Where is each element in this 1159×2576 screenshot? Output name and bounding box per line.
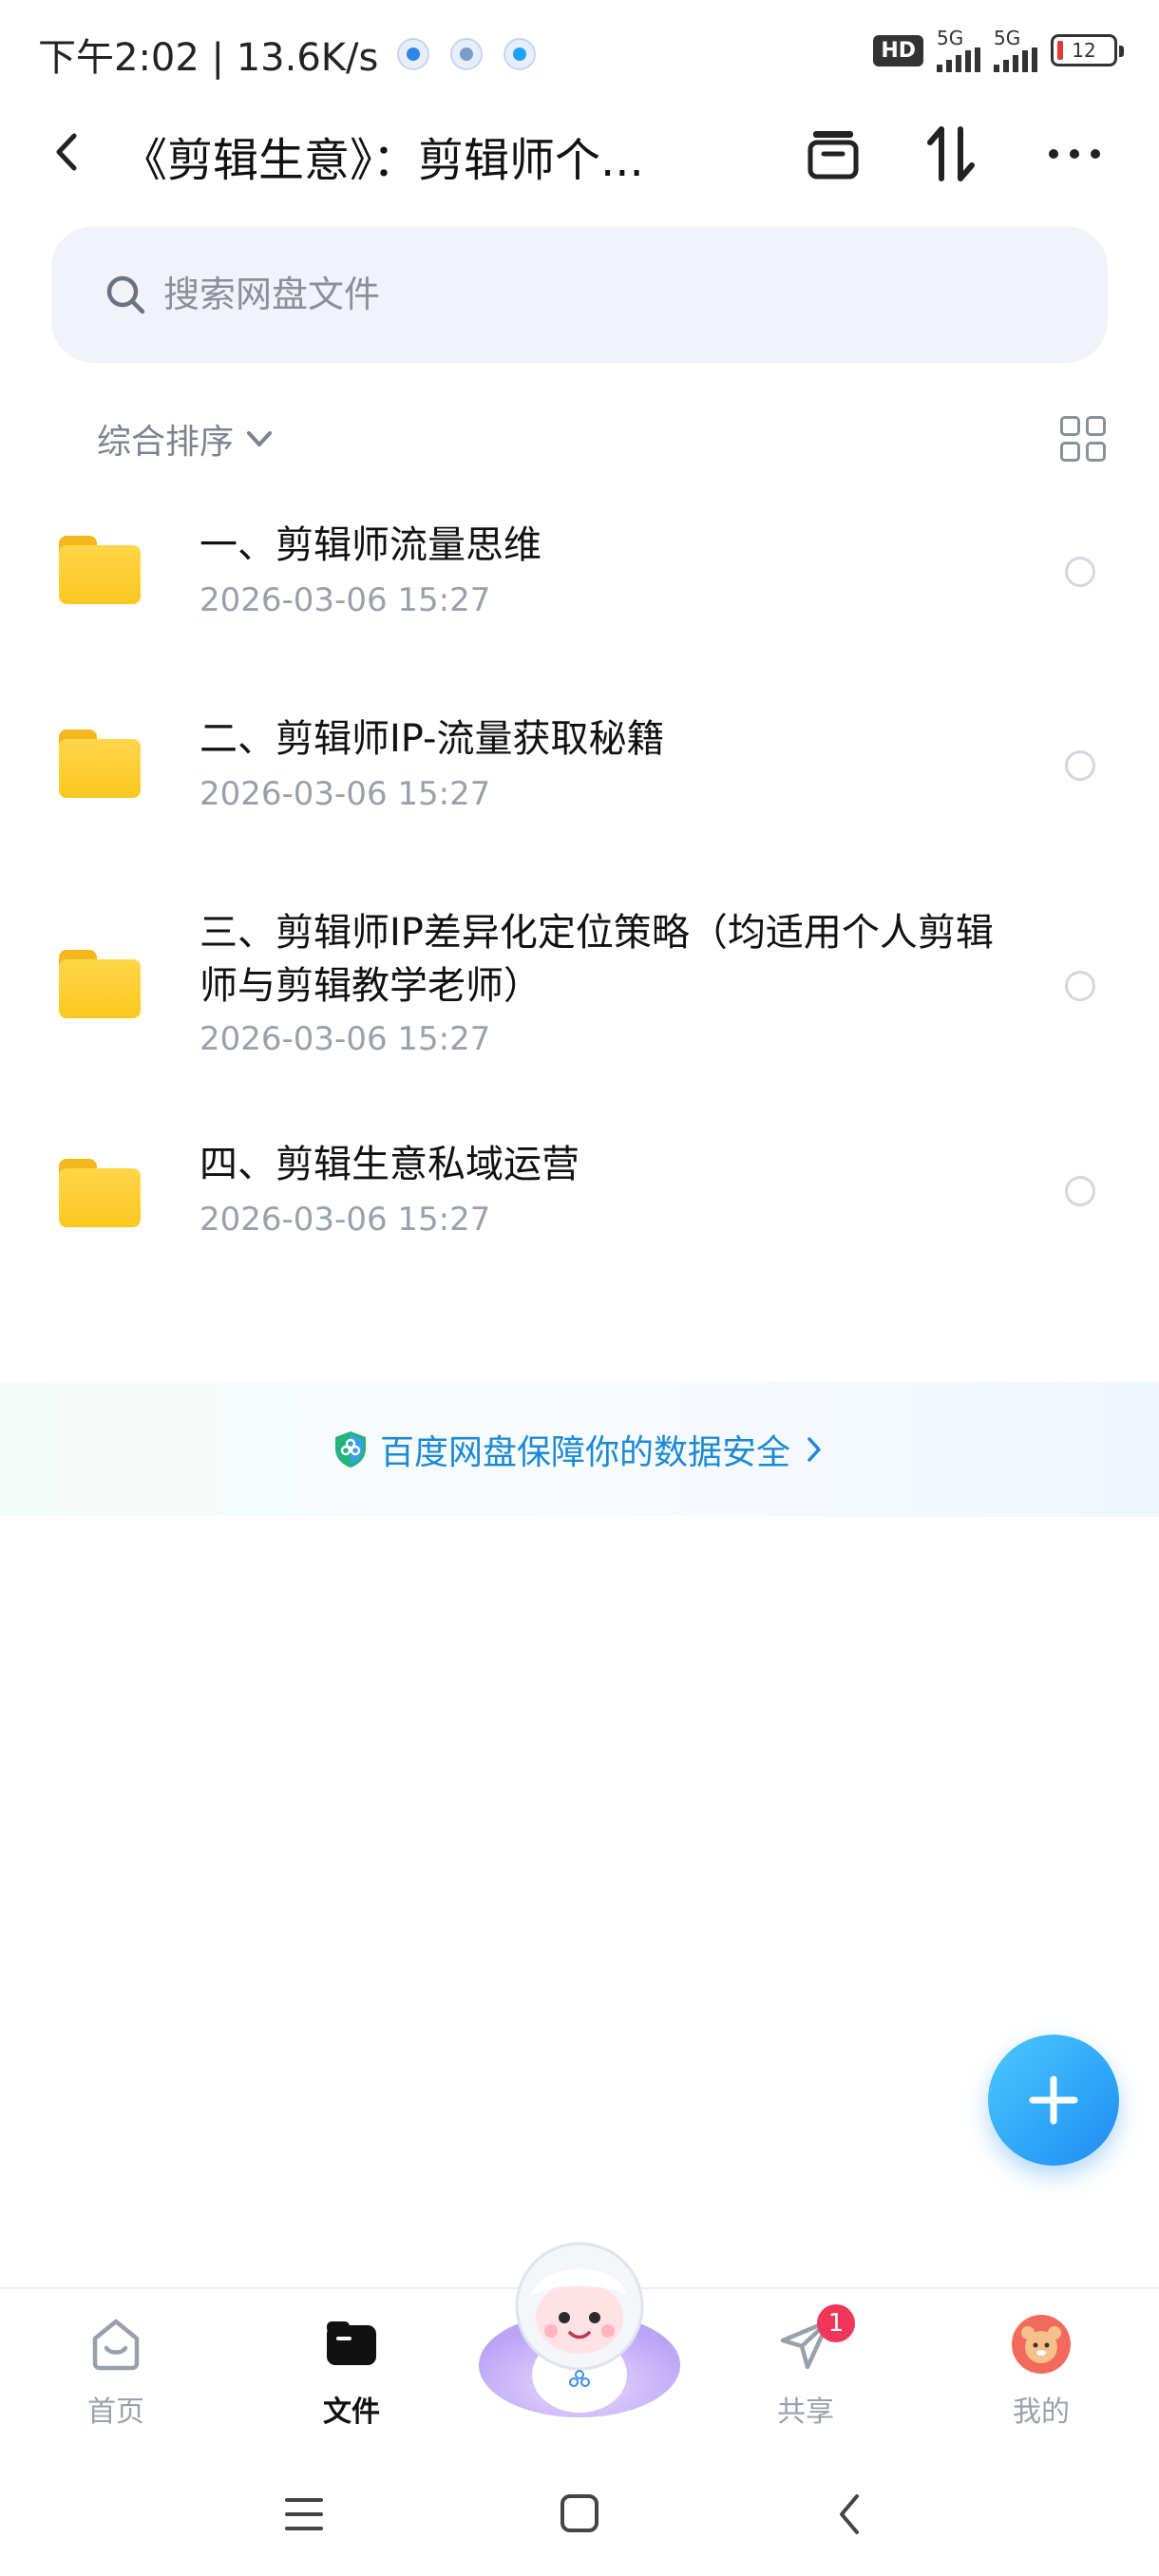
- file-row[interactable]: 一、剪辑师流量思维 2026-03-06 15:27: [0, 503, 1159, 636]
- avatar: [1012, 2315, 1071, 2374]
- mascot-assistant-button[interactable]: [475, 2232, 684, 2422]
- status-bar: 下午2:02 | 13.6K/s HD 5G 5G 12: [0, 0, 1159, 104]
- chevron-left-icon: [56, 133, 77, 171]
- upload-notification-icon: [504, 38, 537, 70]
- select-radio[interactable]: [1065, 971, 1095, 1001]
- search-input[interactable]: [163, 274, 1018, 315]
- shield-icon: [334, 1431, 366, 1468]
- back-triangle-icon: [840, 2494, 859, 2534]
- file-name: 二、剪辑师IP-流量获取秘籍: [200, 717, 665, 761]
- home-icon: [92, 2319, 140, 2371]
- recents-button[interactable]: [276, 2491, 332, 2538]
- sort-bar: 综合排序: [0, 407, 1159, 473]
- more-button[interactable]: [1041, 121, 1108, 187]
- file-name: 四、剪辑生意私域运营: [200, 1143, 580, 1186]
- battery-icon: 12: [1051, 34, 1124, 66]
- folder-icon: [59, 1159, 141, 1227]
- home-system-button[interactable]: [551, 2491, 608, 2538]
- notification-badge: 1: [817, 2304, 855, 2342]
- header: 《剪辑生意》：剪辑师个...: [0, 109, 1159, 195]
- back-system-button[interactable]: [823, 2491, 880, 2538]
- nav-label: 共享: [777, 2396, 834, 2429]
- folder-icon: [59, 536, 141, 604]
- archive-button[interactable]: [800, 121, 866, 187]
- grid-view-icon[interactable]: [1060, 416, 1106, 462]
- sort-arrows-icon: [927, 126, 975, 181]
- banner-text: 百度网盘保障你的数据安全: [379, 1433, 790, 1472]
- file-row[interactable]: 三、剪辑师IP差异化定位策略（均适用个人剪辑师与剪辑教学老师） 2026-03-…: [0, 893, 1159, 1083]
- chevron-down-icon: [247, 431, 273, 446]
- signal-icon: 5G: [937, 28, 980, 72]
- select-radio[interactable]: [1065, 1176, 1095, 1206]
- nav-label: 文件: [323, 2396, 380, 2429]
- sort-button[interactable]: [918, 121, 984, 187]
- file-date: 2026-03-06 15:27: [200, 1020, 491, 1058]
- file-date: 2026-03-06 15:27: [200, 1201, 491, 1239]
- file-date: 2026-03-06 15:27: [200, 775, 491, 813]
- nav-home[interactable]: 首页: [40, 2301, 192, 2434]
- folder-icon: [59, 950, 141, 1018]
- file-row[interactable]: 二、剪辑师IP-流量获取秘籍 2026-03-06 15:27: [0, 697, 1159, 830]
- select-radio[interactable]: [1065, 750, 1095, 781]
- search-icon: [106, 275, 145, 314]
- chevron-right-icon: [808, 1437, 821, 1462]
- folder-nav-icon: [327, 2321, 376, 2365]
- security-banner[interactable]: 百度网盘保障你的数据安全: [0, 1382, 1159, 1517]
- nav-profile[interactable]: 我的: [965, 2301, 1117, 2434]
- nav-files[interactable]: 文件: [276, 2301, 428, 2434]
- notification-icon: [450, 38, 484, 70]
- sort-label: 综合排序: [97, 423, 235, 462]
- more-dots-icon: [1049, 149, 1100, 159]
- search-bar[interactable]: [51, 226, 1108, 363]
- page-title: 《剪辑生意》：剪辑师个...: [122, 134, 644, 187]
- nav-label: 我的: [1013, 2396, 1070, 2429]
- file-name: 三、剪辑师IP差异化定位策略（均适用个人剪辑师与剪辑教学老师）: [200, 911, 994, 1008]
- back-button[interactable]: [44, 128, 91, 176]
- nav-label: 首页: [87, 2396, 144, 2429]
- folder-icon: [59, 729, 141, 798]
- file-row[interactable]: 四、剪辑生意私域运营 2026-03-06 15:27: [0, 1128, 1159, 1261]
- archive-icon: [808, 131, 859, 180]
- square-icon: [560, 2494, 598, 2532]
- file-date: 2026-03-06 15:27: [200, 581, 491, 619]
- status-time-speed: 下午2:02 | 13.6K/s: [38, 36, 379, 80]
- mascot-icon: [479, 2242, 680, 2417]
- plus-icon: [1029, 2075, 1078, 2125]
- menu-lines-icon: [285, 2498, 323, 2530]
- notification-icon: [397, 38, 430, 70]
- signal-icon: 5G: [994, 28, 1037, 72]
- hd-icon: HD: [873, 34, 923, 66]
- nav-share[interactable]: 1 共享: [730, 2301, 882, 2434]
- file-name: 一、剪辑师流量思维: [200, 523, 542, 567]
- system-nav-bar: [0, 2447, 1159, 2576]
- select-radio[interactable]: [1065, 557, 1095, 587]
- sort-dropdown[interactable]: 综合排序: [97, 414, 276, 464]
- add-button[interactable]: [988, 2035, 1119, 2166]
